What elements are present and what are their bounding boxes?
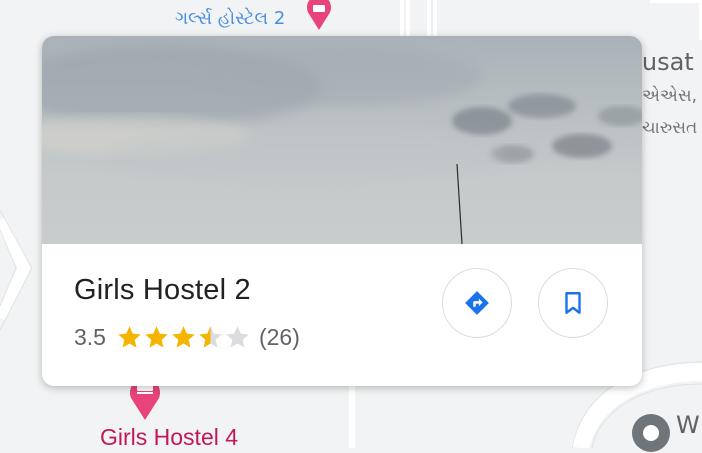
directions-button[interactable] bbox=[442, 268, 512, 338]
star-icon bbox=[118, 325, 141, 348]
map-label-girls-hostel-4[interactable]: Girls Hostel 4 bbox=[100, 424, 238, 451]
place-card[interactable]: Girls Hostel 2 3.5 (26) bbox=[42, 36, 642, 386]
place-marker-icon[interactable] bbox=[631, 413, 671, 453]
rating-value: 3.5 bbox=[74, 323, 106, 350]
star-icon bbox=[226, 325, 249, 348]
star-icon bbox=[199, 325, 222, 348]
map-label-w[interactable]: W bbox=[676, 411, 700, 439]
rating-row[interactable]: 3.5 (26) bbox=[74, 322, 300, 352]
map-label-right-2[interactable]: એએસ, bbox=[642, 86, 697, 106]
sky-photo-image bbox=[42, 46, 642, 244]
hostel-pin-icon[interactable] bbox=[301, 0, 337, 32]
map-label-right-3[interactable]: ચારુસત bbox=[642, 118, 697, 138]
place-photo[interactable] bbox=[42, 36, 642, 244]
bookmark-icon bbox=[565, 292, 581, 314]
review-count[interactable]: (26) bbox=[259, 324, 300, 351]
directions-icon bbox=[465, 291, 489, 315]
star-icon bbox=[145, 325, 168, 348]
save-button[interactable] bbox=[538, 268, 608, 338]
map-label-girls-hostel-2-gujarati[interactable]: ગર્લ્સ હોસ્ટેલ 2 bbox=[175, 8, 285, 29]
rating-stars bbox=[116, 324, 251, 351]
place-title: Girls Hostel 2 bbox=[74, 274, 251, 306]
star-icon bbox=[172, 325, 195, 348]
